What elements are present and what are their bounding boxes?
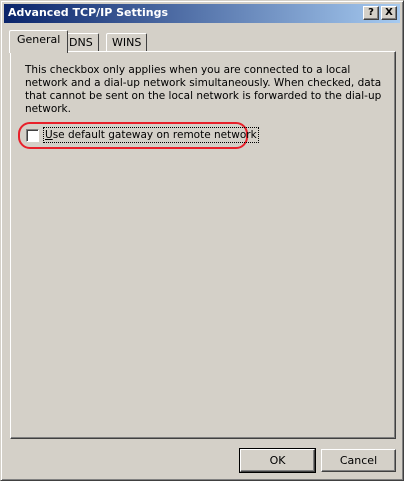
description-text: This checkbox only applies when you are … bbox=[25, 64, 382, 115]
tab-general[interactable]: General bbox=[9, 30, 69, 53]
default-gateway-checkbox[interactable] bbox=[26, 129, 39, 142]
tab-dns[interactable]: DNS bbox=[63, 33, 99, 52]
close-button[interactable]: X bbox=[381, 6, 397, 20]
ok-button[interactable]: OK bbox=[239, 448, 316, 473]
general-tab-panel: This checkbox only applies when you are … bbox=[10, 51, 396, 439]
help-button[interactable]: ? bbox=[363, 6, 379, 20]
cancel-button[interactable]: Cancel bbox=[321, 449, 396, 472]
tab-wins[interactable]: WINS bbox=[106, 33, 148, 52]
access-key-u: U bbox=[45, 129, 53, 141]
advanced-tcpip-settings-dialog: Advanced TCP/IP Settings ? X General DNS… bbox=[0, 0, 404, 481]
window-title: Advanced TCP/IP Settings bbox=[8, 6, 169, 19]
title-bar[interactable]: Advanced TCP/IP Settings ? X bbox=[4, 4, 400, 23]
default-gateway-label[interactable]: Use default gateway on remote network bbox=[43, 127, 259, 143]
default-gateway-label-text: se default gateway on remote network bbox=[52, 129, 257, 141]
